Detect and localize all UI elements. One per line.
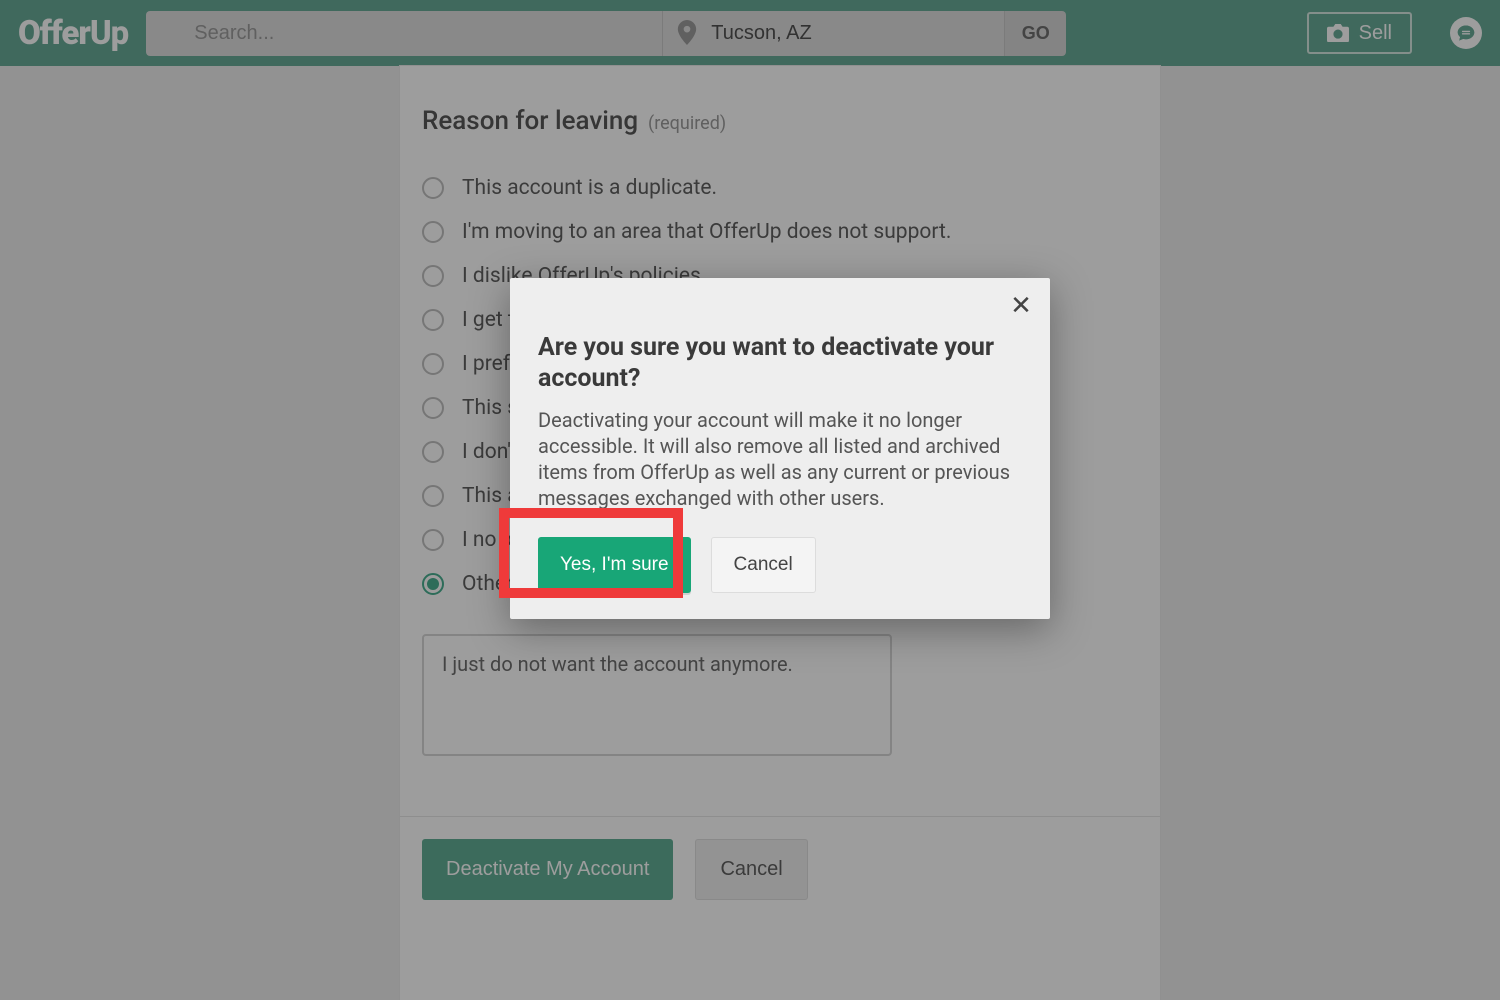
confirm-yes-button[interactable]: Yes, I'm sure	[538, 537, 691, 593]
close-icon: ✕	[1010, 290, 1032, 320]
confirm-deactivate-modal: ✕ Are you sure you want to deactivate yo…	[510, 278, 1050, 619]
modal-close-button[interactable]: ✕	[1008, 292, 1034, 318]
modal-body-text: Deactivating your account will make it n…	[538, 407, 1022, 511]
confirm-cancel-button[interactable]: Cancel	[711, 537, 816, 593]
modal-title: Are you sure you want to deactivate your…	[538, 332, 1022, 395]
